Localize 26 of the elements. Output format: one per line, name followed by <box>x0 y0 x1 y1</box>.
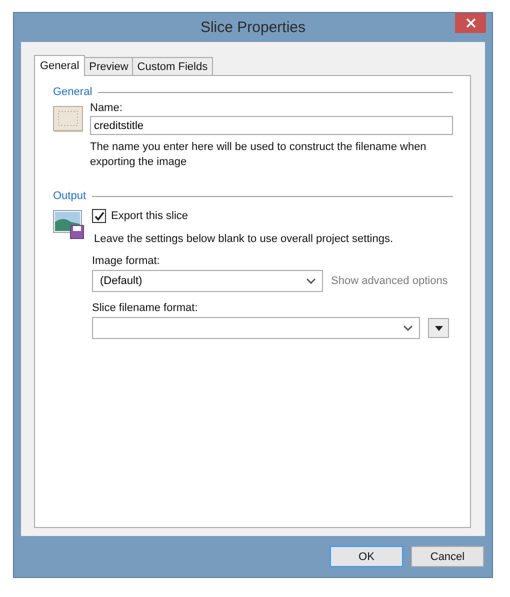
note-text: Leave the settings below blank to use overall project settings. <box>94 233 394 245</box>
close-icon <box>466 18 476 28</box>
triangle-down-icon <box>434 326 442 330</box>
advanced-options-link[interactable]: Show advanced options <box>331 275 448 287</box>
menu-button[interactable] <box>428 318 449 338</box>
image-save-icon <box>53 210 85 240</box>
tab[interactable]: Preview <box>84 57 134 75</box>
image-format-dropdown[interactable]: (Default) <box>92 270 323 292</box>
slice-icon <box>53 106 83 132</box>
tab[interactable]: Custom Fields <box>132 57 213 75</box>
filename-format-label: Slice filename format: <box>92 302 199 314</box>
section-heading: Output <box>53 190 86 202</box>
checkbox[interactable] <box>92 209 106 223</box>
dialog-button[interactable]: Cancel <box>411 546 484 567</box>
image-format-label: Image format: <box>92 255 161 267</box>
name-label: Name: <box>90 102 124 114</box>
hint-text: The name you enter here will be used to construct the filename when exporting the image <box>90 140 428 170</box>
name-field[interactable]: creditstitle <box>90 116 453 135</box>
dialog-button[interactable]: OK <box>330 546 403 567</box>
window-title: Slice Properties <box>200 19 306 36</box>
chevron-down-icon <box>403 325 413 331</box>
chevron-down-icon <box>306 278 316 284</box>
section-heading: General <box>53 86 92 98</box>
close-button[interactable] <box>455 13 486 33</box>
tab[interactable]: General <box>34 55 86 76</box>
checkbox-label: Export this slice <box>111 210 188 222</box>
